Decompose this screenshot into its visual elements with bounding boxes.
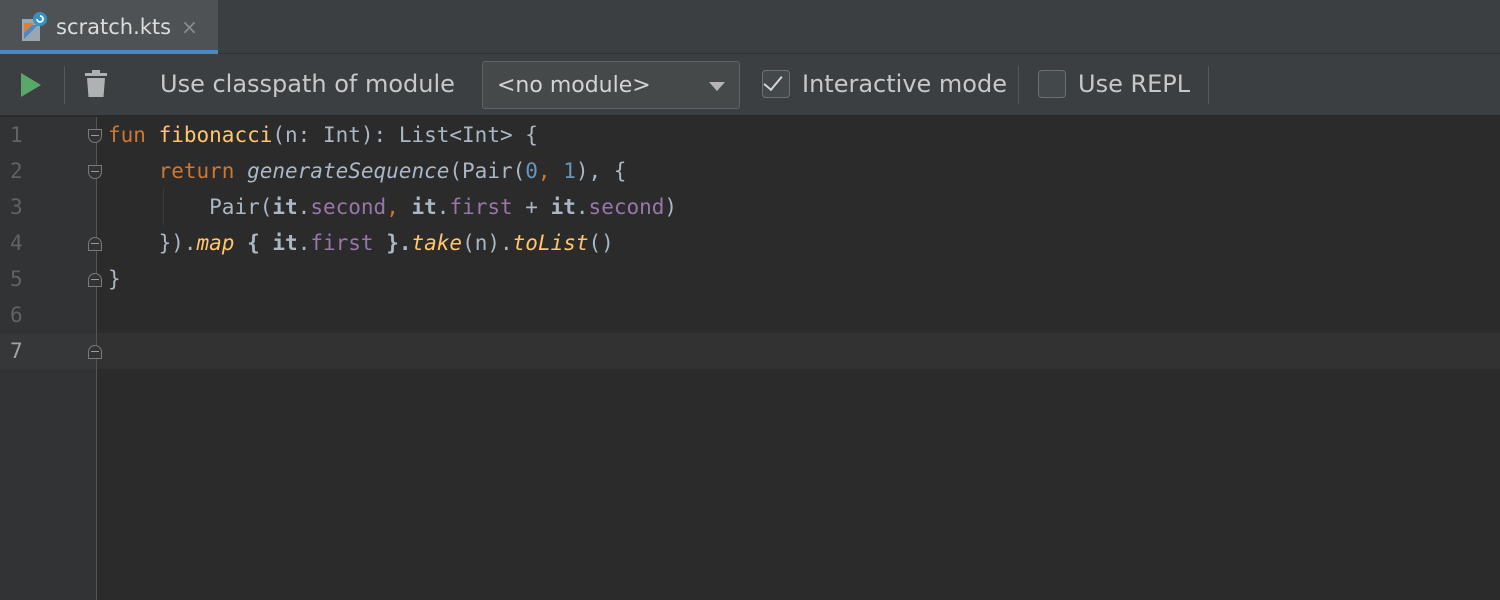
code-punct: , — [386, 195, 412, 219]
code-text: . — [297, 231, 311, 255]
current-line-highlight — [0, 333, 1500, 369]
code-text: { — [234, 231, 273, 255]
run-icon[interactable] — [18, 71, 44, 99]
fold-marker-icon[interactable] — [88, 165, 102, 179]
code-punct: , — [537, 159, 564, 183]
tab-scratch-kts[interactable]: scratch.kts × — [0, 0, 218, 54]
code-text: () — [588, 231, 614, 255]
line-number: 2 — [10, 159, 23, 183]
code-text: ) — [664, 195, 678, 219]
interactive-mode-checkbox[interactable] — [762, 70, 790, 98]
code-text: ), { — [575, 159, 627, 183]
clear-results-icon[interactable] — [84, 69, 108, 99]
tab-label: scratch.kts — [56, 15, 172, 39]
code-text: . — [575, 195, 589, 219]
toolbar-separator — [64, 66, 65, 104]
fold-marker-icon[interactable] — [88, 273, 102, 287]
code-text: (Pair( — [449, 159, 526, 183]
classpath-label: Use classpath of module — [160, 70, 455, 98]
chevron-down-icon — [709, 82, 725, 91]
property: second — [310, 195, 387, 219]
fold-marker-icon[interactable] — [88, 345, 102, 359]
code-line-1: fun fibonacci(n: Int): List<Int> { — [108, 117, 538, 153]
code-text: + — [512, 195, 551, 219]
code-text: (n: Int): List<Int> { — [272, 123, 538, 147]
checkmark-icon — [763, 70, 783, 92]
kotlin-script-file-icon — [20, 11, 48, 43]
line-number: 3 — [10, 195, 23, 219]
function-call: generateSequence — [247, 159, 450, 183]
code-line-3: Pair(it.second, it.first + it.second) — [108, 189, 677, 225]
code-line-5: } — [108, 261, 121, 297]
module-select[interactable]: <no module> — [482, 61, 740, 109]
line-number: 5 — [10, 267, 23, 291]
property: first — [310, 231, 374, 255]
it-keyword: it — [272, 231, 298, 255]
line-number: 1 — [10, 123, 23, 147]
line-number: 6 — [10, 303, 23, 327]
fold-marker-icon[interactable] — [88, 237, 102, 251]
keyword: fun — [108, 123, 146, 147]
tab-close-icon[interactable]: × — [181, 15, 198, 39]
code-text: . — [297, 195, 311, 219]
line-number-current: 7 — [10, 339, 23, 363]
line-number: 4 — [10, 231, 23, 255]
code-line-4: }).map { it.first }.take(n).toList() — [108, 225, 614, 261]
toolbar-separator — [1208, 66, 1209, 104]
use-repl-label: Use REPL — [1078, 70, 1191, 98]
function-call: take — [411, 231, 463, 255]
code-text: Pair( — [209, 195, 273, 219]
function-call: map — [196, 231, 235, 255]
fold-marker-icon[interactable] — [88, 129, 102, 143]
function-call: toList — [512, 231, 589, 255]
number-literal: 0 — [525, 159, 538, 183]
property: first — [449, 195, 513, 219]
code-text: (n). — [462, 231, 513, 255]
editor-tab-bar: scratch.kts × — [0, 0, 1500, 54]
scratch-toolbar: Use classpath of module <no module> Inte… — [0, 54, 1500, 116]
use-repl-checkbox[interactable] — [1038, 70, 1066, 98]
property: second — [588, 195, 665, 219]
code-editor[interactable]: 1 2 3 4 5 6 7 fun fibonacci(n: Int): Lis… — [0, 117, 1500, 600]
keyword: return — [158, 159, 235, 183]
it-keyword: it — [272, 195, 298, 219]
code-text: }. — [373, 231, 412, 255]
toolbar-separator — [1018, 66, 1019, 104]
it-keyword: it — [411, 195, 437, 219]
code-line-2: return generateSequence(Pair(0, 1), { — [108, 153, 627, 189]
code-text: }). — [158, 231, 197, 255]
function-name: fibonacci — [158, 123, 273, 147]
number-literal: 1 — [563, 159, 576, 183]
it-keyword: it — [550, 195, 576, 219]
module-select-value: <no module> — [497, 72, 651, 98]
interactive-mode-label: Interactive mode — [802, 70, 1007, 98]
code-text: } — [108, 267, 121, 291]
code-text: . — [436, 195, 450, 219]
